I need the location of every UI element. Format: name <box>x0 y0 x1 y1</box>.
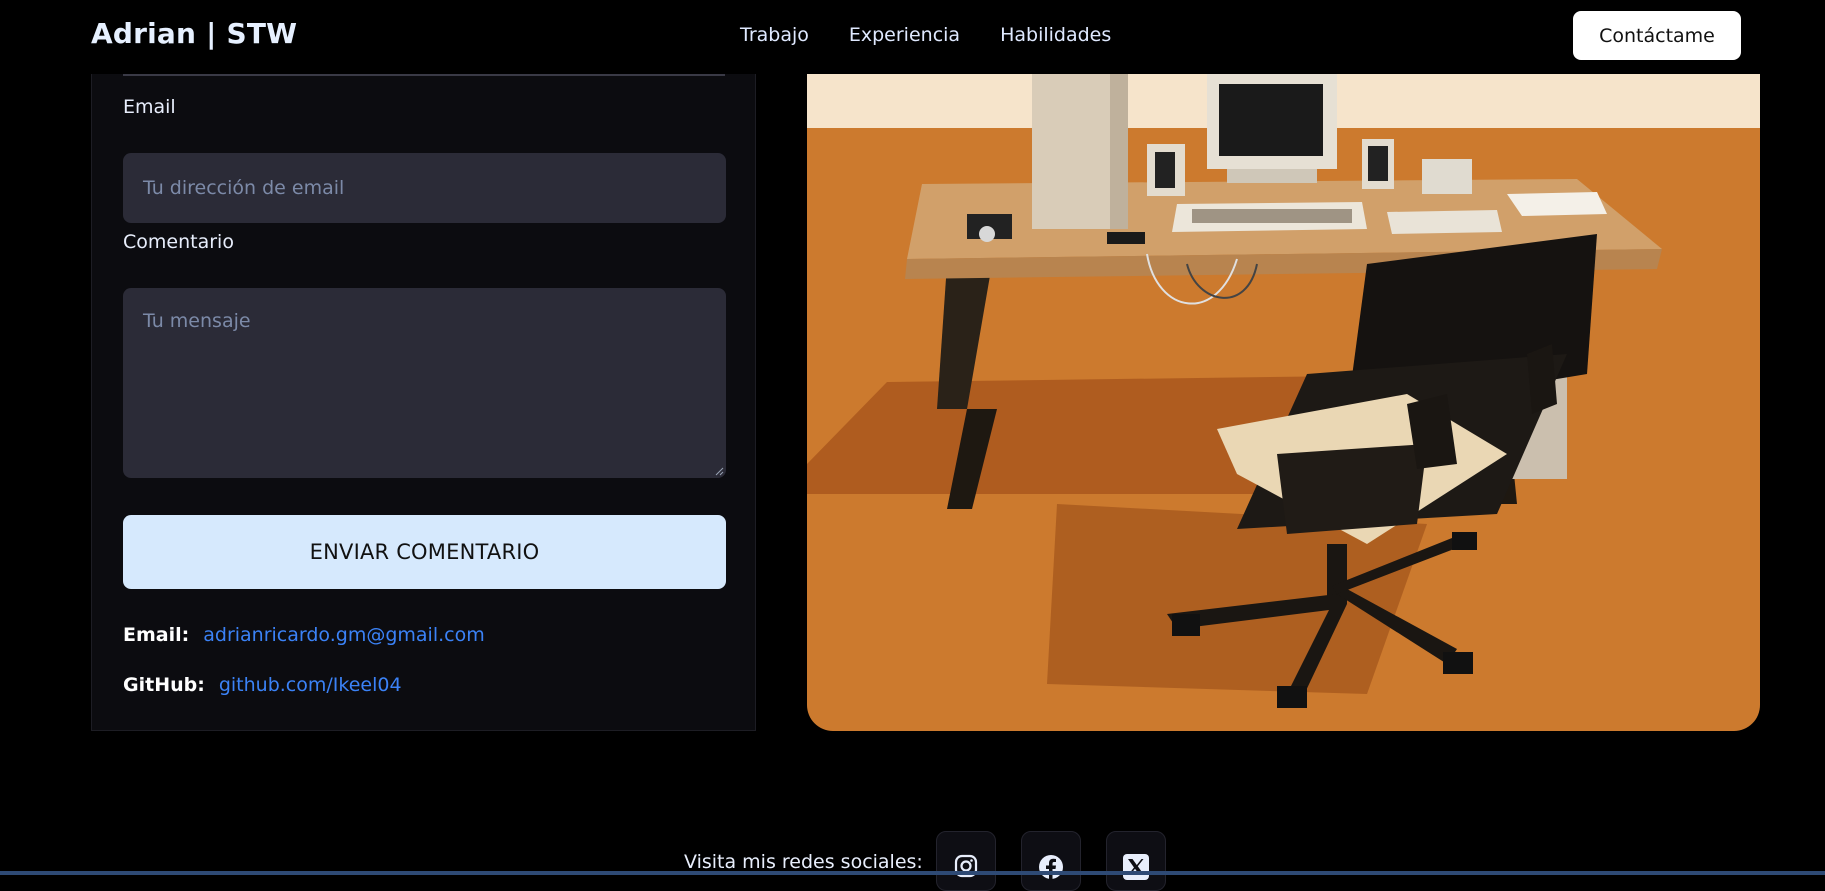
comment-textarea[interactable]: Tu mensaje <box>123 288 726 478</box>
contact-form-card: Email Tu dirección de email Comentario T… <box>91 74 756 731</box>
contact-github-link[interactable]: github.com/Ikeel04 <box>219 674 402 696</box>
previous-field-border <box>123 74 725 76</box>
x-twitter-button[interactable] <box>1106 831 1166 891</box>
social-label: Visita mis redes sociales: <box>684 851 923 873</box>
bottom-accent-line <box>0 871 1825 875</box>
facebook-button[interactable] <box>1021 831 1081 891</box>
social-footer: Visita mis redes sociales: <box>0 826 1825 891</box>
brand-logo[interactable]: Adrian | STW <box>91 17 297 50</box>
email-placeholder: Tu dirección de email <box>143 177 345 199</box>
contact-github-row: GitHub: github.com/Ikeel04 <box>123 674 402 696</box>
send-comment-button[interactable]: ENVIAR COMENTARIO <box>123 515 726 589</box>
nav-item-trabajo[interactable]: Trabajo <box>740 24 809 46</box>
contact-email-link[interactable]: adrianricardo.gm@gmail.com <box>203 624 484 646</box>
nav-item-experiencia[interactable]: Experiencia <box>849 24 960 46</box>
email-input[interactable]: Tu dirección de email <box>123 153 726 223</box>
desk-scene-illustration <box>807 74 1760 731</box>
contact-email-row: Email: adrianricardo.gm@gmail.com <box>123 624 485 646</box>
nav-item-habilidades[interactable]: Habilidades <box>1000 24 1111 46</box>
facebook-icon <box>1039 855 1063 879</box>
contact-button[interactable]: Contáctame <box>1573 11 1741 60</box>
comment-placeholder: Tu mensaje <box>143 310 251 332</box>
top-navbar: Adrian | STW Trabajo Experiencia Habilid… <box>0 0 1825 74</box>
email-label: Email <box>123 96 176 118</box>
desk-scene-image <box>807 74 1760 731</box>
nav-menu: Trabajo Experiencia Habilidades <box>740 24 1111 46</box>
x-icon <box>1123 854 1149 880</box>
instagram-button[interactable] <box>936 831 996 891</box>
contact-email-label: Email: <box>123 624 190 646</box>
comment-label: Comentario <box>123 231 234 253</box>
contact-github-label: GitHub: <box>123 674 205 696</box>
resize-handle-icon[interactable] <box>714 466 724 476</box>
